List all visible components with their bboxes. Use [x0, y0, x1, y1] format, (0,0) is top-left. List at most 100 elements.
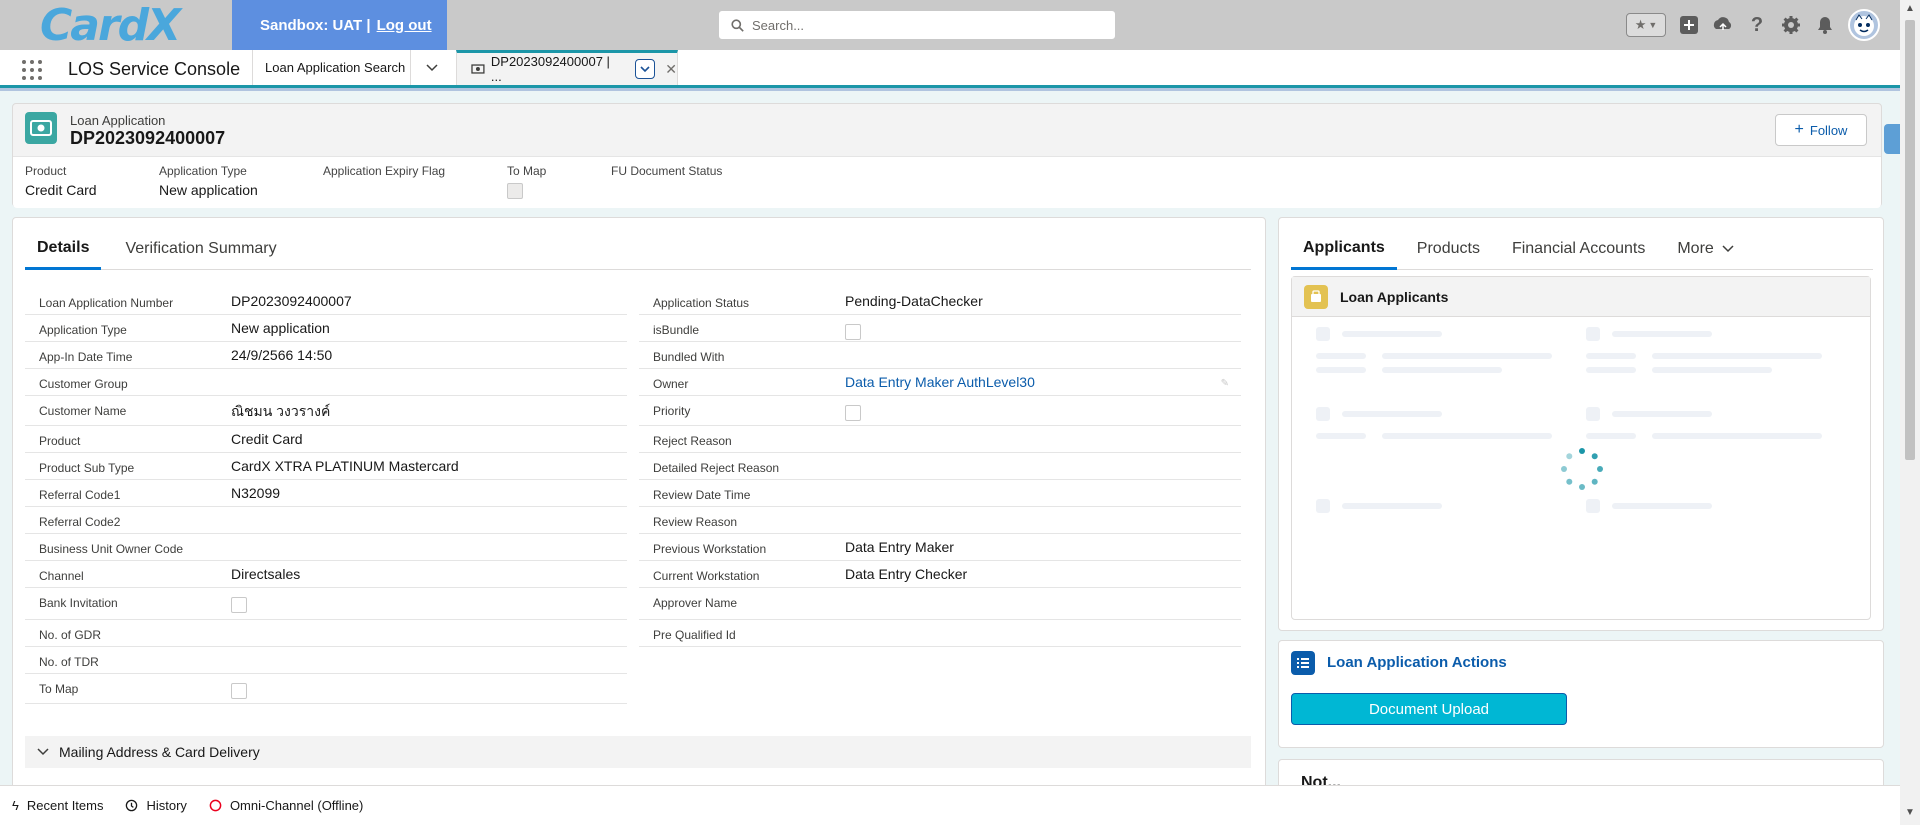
actions-list-icon: [1291, 651, 1315, 675]
history-utility[interactable]: History: [125, 798, 187, 813]
loan-application-icon: [25, 112, 57, 144]
money-icon: [471, 64, 485, 74]
recent-items-utility[interactable]: ϟ Recent Items: [12, 798, 103, 813]
field-label: Product Sub Type: [39, 461, 135, 475]
field-label: Review Reason: [653, 515, 738, 529]
global-search-input[interactable]: Search...: [718, 10, 1116, 40]
field-detailed-reject-reason: Detailed Reject Reason: [639, 453, 1241, 480]
scroll-up-icon[interactable]: ▲: [1905, 4, 1915, 14]
user-avatar[interactable]: [1848, 9, 1880, 41]
field-value: DP2023092400007: [231, 293, 352, 309]
tab-actions-chevron-icon[interactable]: [635, 59, 656, 79]
chevron-down-icon: [425, 63, 438, 71]
highlight-label: Application Expiry Flag: [323, 164, 446, 178]
lightning-icon: ϟ: [12, 798, 19, 813]
field-value: Credit Card: [231, 431, 303, 447]
field-label: Application Type: [39, 323, 127, 337]
highlights-panel: Product Credit Card Application Type New…: [13, 156, 1881, 208]
owner-link[interactable]: Data Entry Maker AuthLevel30: [845, 374, 1035, 390]
tab-financial-accounts[interactable]: Financial Accounts: [1500, 228, 1657, 270]
chevron-down-icon: [37, 748, 49, 756]
side-panel-toggle[interactable]: [1884, 124, 1900, 154]
loan-applicants-title: Loan Applicants: [1340, 288, 1449, 305]
field-label: App-In Date Time: [39, 350, 133, 364]
field-label: Product: [39, 434, 81, 448]
cardx-logo[interactable]: CardX: [40, 0, 200, 51]
trailhead-icon[interactable]: [1712, 14, 1734, 36]
field-priority: Priority: [639, 396, 1241, 426]
field-app-in-date-time: App-In Date Time 24/9/2566 14:50: [25, 342, 627, 369]
highlight-fu-document-status: FU Document Status: [611, 164, 722, 178]
tab-overflow-menu-button[interactable]: [410, 50, 452, 85]
field-review-reason: Review Reason: [639, 507, 1241, 534]
related-card: Applicants Products Financial Accounts M…: [1278, 217, 1884, 631]
global-header: CardX Sandbox: UAT | Log out Search... ★…: [0, 0, 1900, 51]
isbundle-checkbox: [845, 324, 861, 340]
field-value: New application: [231, 320, 330, 336]
field-application-status: Application Status Pending-DataChecker: [639, 288, 1241, 315]
field-business-unit-owner-code: Business Unit Owner Code: [25, 534, 627, 561]
mailing-address-section-toggle[interactable]: Mailing Address & Card Delivery: [25, 736, 1251, 768]
scrollbar-thumb[interactable]: [1905, 20, 1915, 460]
more-label: More: [1677, 240, 1714, 257]
utility-bar: ϟ Recent Items History Omni-Channel (Off…: [0, 785, 1900, 825]
field-value: Data Entry Maker: [845, 539, 954, 555]
loan-applicants-card: Loan Applicants: [1291, 276, 1871, 620]
close-tab-icon[interactable]: ✕: [665, 61, 677, 78]
document-upload-button[interactable]: Document Upload: [1291, 693, 1567, 725]
field-product-sub-type: Product Sub Type CardX XTRA PLATINUM Mast…: [25, 453, 627, 480]
scroll-down-icon[interactable]: ▼: [1905, 808, 1915, 818]
field-label: Customer Group: [39, 377, 128, 391]
field-label: Customer Name: [39, 404, 127, 418]
field-referral-code1: Referral Code1 N32099: [25, 480, 627, 507]
tab-loan-application-record[interactable]: DP2023092400007 | ... ✕: [456, 50, 678, 85]
field-label: Referral Code1: [39, 488, 121, 502]
field-value: ณิชมน วงวรางค์: [231, 403, 331, 419]
field-no-of-tdr: No. of TDR: [25, 647, 627, 674]
field-no-of-gdr: No. of GDR: [25, 620, 627, 647]
field-value: N32099: [231, 485, 281, 501]
logout-link[interactable]: Log out: [377, 17, 432, 34]
gear-icon[interactable]: [1780, 14, 1802, 36]
favorites-button[interactable]: ★ ▼: [1626, 13, 1666, 37]
field-label: Pre Qualified Id: [653, 628, 736, 642]
tab-more[interactable]: More: [1665, 228, 1745, 270]
global-actions-icon[interactable]: [1678, 14, 1700, 36]
to-map-checkbox: [507, 183, 523, 199]
field-label: No. of TDR: [39, 655, 99, 669]
field-product: Product Credit Card: [25, 426, 627, 453]
follow-button[interactable]: + Follow: [1775, 114, 1867, 146]
help-icon[interactable]: ?: [1746, 14, 1768, 36]
tab-applicants[interactable]: Applicants: [1291, 228, 1397, 270]
field-bundled-with: Bundled With: [639, 342, 1241, 369]
field-label: Referral Code2: [39, 515, 121, 529]
highlight-application-type: Application Type New application: [159, 164, 258, 198]
field-label: Review Date Time: [653, 488, 751, 502]
page-scrollbar[interactable]: ▲ ▼: [1900, 0, 1920, 825]
field-label: Bundled With: [653, 350, 725, 364]
field-label: Owner: [653, 377, 689, 391]
omni-channel-utility[interactable]: Omni-Channel (Offline): [209, 798, 363, 813]
field-bank-invitation: Bank Invitation: [25, 588, 627, 620]
highlight-value: New application: [159, 182, 258, 198]
field-channel: Channel Directsales: [25, 561, 627, 588]
star-icon: ★: [1634, 17, 1647, 32]
field-isbundle: isBundle: [639, 315, 1241, 342]
search-placeholder: Search...: [752, 17, 805, 33]
highlight-label: Product: [25, 164, 67, 178]
notifications-bell-icon[interactable]: [1814, 14, 1836, 36]
tab-products[interactable]: Products: [1405, 228, 1492, 270]
app-name: LOS Service Console: [68, 59, 241, 79]
tab-verification-summary[interactable]: Verification Summary: [113, 228, 288, 270]
field-label: Previous Workstation: [653, 542, 767, 556]
tab-details[interactable]: Details: [25, 228, 102, 270]
field-label: Loan Application Number: [39, 296, 174, 310]
app-launcher-icon[interactable]: [22, 60, 42, 80]
to-map-field-checkbox: [231, 683, 247, 699]
sandbox-label: Sandbox: UAT |: [260, 16, 371, 34]
change-owner-icon[interactable]: ✎: [1221, 378, 1229, 389]
tab-loan-application-search[interactable]: Loan Application Search: [252, 50, 410, 85]
tab-label: Loan Application Search: [265, 60, 406, 75]
highlight-label: Application Type: [159, 164, 247, 178]
highlight-application-expiry-flag: Application Expiry Flag: [323, 164, 445, 178]
